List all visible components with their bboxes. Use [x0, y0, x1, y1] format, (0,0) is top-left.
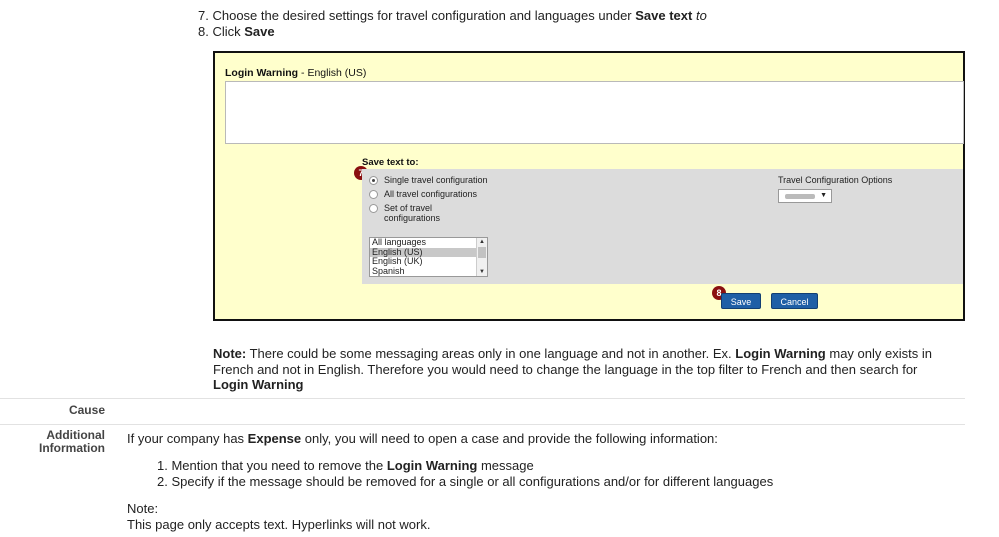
step-italic: to [692, 8, 707, 23]
ai-bold: Expense [247, 431, 302, 446]
item-bold: Login Warning [386, 458, 478, 473]
divider [0, 424, 965, 425]
scroll-down-icon[interactable]: ▼ [477, 268, 487, 276]
note-label: Note: [127, 501, 159, 516]
note-label: Note: [213, 346, 247, 361]
login-warning-title: Login Warning - English (US) [225, 67, 366, 79]
step-8: 8. Click Save [198, 24, 707, 40]
save-text-to-label: Save text to: [362, 157, 419, 168]
radio-label: Single travel configuration [384, 175, 488, 185]
language-option[interactable]: Spanish [370, 266, 476, 277]
language-listbox[interactable]: All languages English (US) English (UK) … [369, 237, 488, 277]
note-bold: Login Warning [735, 346, 826, 361]
radio-label: All travel configurations [384, 189, 478, 199]
list-item: 1. Mention that you need to remove the L… [157, 458, 773, 474]
language-scrollbar[interactable]: ▲ ▼ [476, 238, 487, 276]
note-text: This page only accepts text. Hyperlinks … [127, 516, 431, 532]
dropdown-arrow-icon: ▼ [820, 192, 827, 199]
title-language: - English (US) [298, 67, 367, 79]
item-text: Specify if the message should be removed… [171, 473, 774, 489]
divider [0, 398, 965, 399]
step-number: 7. [198, 8, 209, 23]
note-text: There could be some messaging areas only… [246, 346, 736, 361]
cancel-button[interactable]: Cancel [771, 293, 818, 309]
item-number: 1. [157, 458, 168, 473]
note-bold: Login Warning [213, 377, 304, 392]
ai-text: If your company has [127, 431, 248, 446]
travel-config-select[interactable]: ▼ [778, 189, 832, 203]
radio-icon[interactable] [369, 190, 378, 199]
blurred-value [785, 194, 815, 199]
instruction-steps: 7. Choose the desired settings for trave… [198, 8, 707, 40]
additional-info-text: If your company has Expense only, you wi… [127, 431, 718, 446]
additional-information-label: Additional Information [0, 429, 105, 455]
save-options-panel: Single travel configuration All travel c… [362, 169, 963, 284]
radio-set-of-configs[interactable]: Set of travel configurations [369, 203, 454, 223]
ai-text: only, you will need to open a case and p… [301, 431, 718, 446]
travel-config-options-label: Travel Configuration Options [778, 175, 893, 185]
login-warning-textarea[interactable] [225, 81, 964, 144]
step-number: 8. [198, 24, 209, 39]
title-bold: Login Warning [225, 67, 299, 79]
item-text: message [477, 458, 534, 473]
list-item: 2. Specify if the message should be remo… [157, 474, 773, 490]
step-bold: Save [244, 24, 275, 39]
cause-label: Cause [68, 403, 105, 417]
step-7: 7. Choose the desired settings for trave… [198, 8, 707, 24]
note-paragraph: Note: There could be some messaging area… [213, 346, 953, 393]
radio-label: Set of travel configurations [384, 203, 441, 223]
additional-info-list: 1. Mention that you need to remove the L… [157, 458, 773, 489]
radio-icon[interactable] [369, 204, 378, 213]
additional-note: Note: This page only accepts text. Hyper… [127, 501, 430, 532]
scroll-up-icon[interactable]: ▲ [477, 238, 487, 246]
radio-selected-icon[interactable] [369, 176, 378, 185]
item-text: Mention that you need to remove the [171, 458, 387, 473]
save-button[interactable]: Save [721, 293, 761, 309]
label-line: Information [39, 441, 105, 455]
step-text: Click [212, 24, 245, 39]
scroll-thumb[interactable] [478, 247, 486, 258]
radio-all-configs[interactable]: All travel configurations [369, 189, 534, 199]
step-bold: Save text [635, 8, 693, 23]
radio-single-config[interactable]: Single travel configuration [369, 175, 534, 185]
login-warning-screenshot: Login Warning - English (US) Save text t… [213, 51, 965, 321]
step-text: Choose the desired settings for travel c… [212, 8, 636, 23]
item-number: 2. [157, 473, 168, 489]
